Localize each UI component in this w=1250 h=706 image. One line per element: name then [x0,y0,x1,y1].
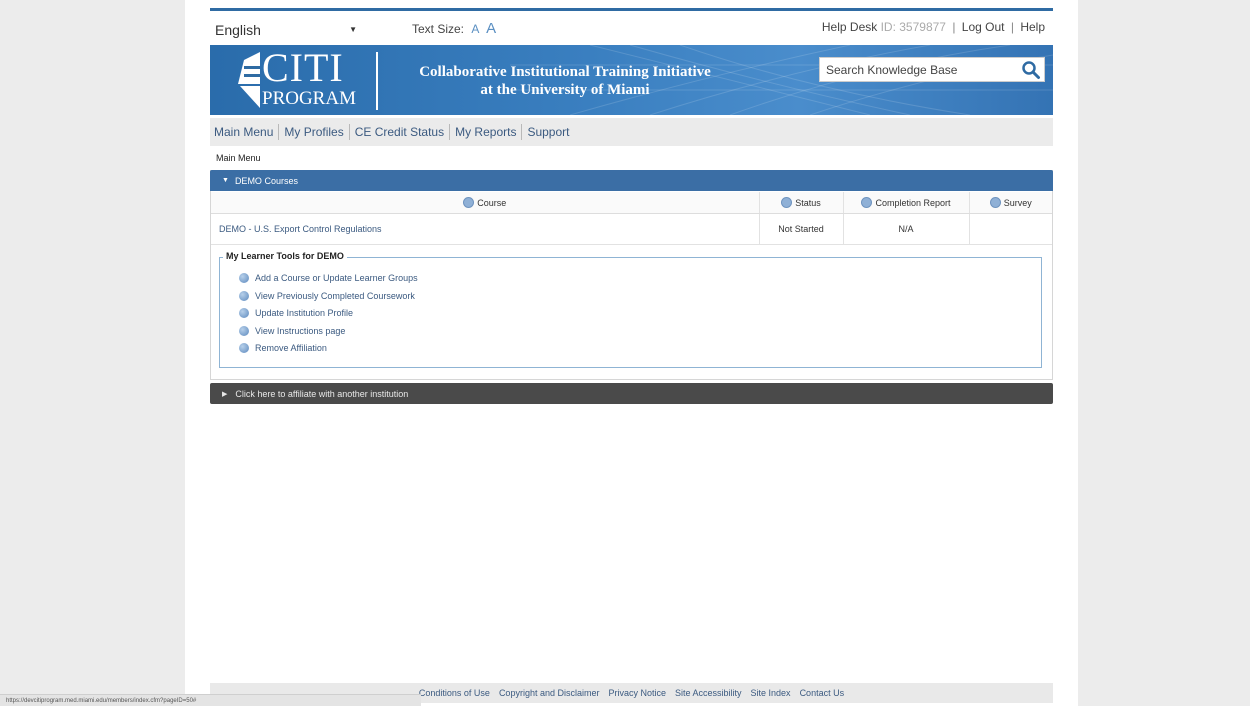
tool-label: View Previously Completed Coursework [255,291,415,301]
tool-label: Add a Course or Update Learner Groups [255,273,418,283]
affiliate-institution-bar[interactable]: ▶ Click here to affiliate with another i… [210,383,1053,404]
help-link[interactable]: Help [1020,20,1045,34]
footer-contact-us[interactable]: Contact Us [800,688,845,698]
footer-site-index[interactable]: Site Index [751,688,791,698]
survey-cell [969,213,1052,245]
column-header-status[interactable]: Status [759,192,844,214]
globe-bullet-icon [239,291,249,301]
learner-tools-legend: My Learner Tools for DEMO [223,251,347,261]
courses-panel: ▼ DEMO Courses Course Status Completion … [210,170,1053,380]
breadcrumb: Main Menu [216,153,261,163]
language-select[interactable]: English ▼ [213,18,363,41]
caret-down-icon: ▼ [222,177,229,184]
footer-copyright[interactable]: Copyright and Disclaimer [499,688,600,698]
top-links: Help Desk ID: 3579877 | Log Out | Help [822,20,1045,34]
tool-view-instructions[interactable]: View Instructions page [239,326,345,336]
column-header-label: Survey [1003,198,1032,208]
search-input[interactable] [820,61,1018,78]
course-cell: DEMO - U.S. Export Control Regulations [211,213,760,245]
tool-view-completed-coursework[interactable]: View Previously Completed Coursework [239,291,415,301]
nav-support[interactable]: Support [522,125,574,139]
top-accent-line [210,8,1053,11]
learner-tools-box: My Learner Tools for DEMO Add a Course o… [219,251,1042,368]
nav-my-profiles[interactable]: My Profiles [279,125,348,139]
banner-title-line2: at the University of Miami [480,82,650,98]
column-header-course[interactable]: Course [211,192,760,214]
logout-link[interactable]: Log Out [962,20,1005,34]
tool-remove-affiliation[interactable]: Remove Affiliation [239,343,327,353]
text-size-large-button[interactable]: A [486,20,496,37]
nav-main-menu[interactable]: Main Menu [210,125,278,139]
column-header-label: Completion Report [875,198,951,208]
header-banner: CITI PROGRAM Collaborative Institutional… [210,45,1053,115]
search-icon[interactable] [1021,60,1041,80]
course-link[interactable]: DEMO - U.S. Export Control Regulations [219,224,382,234]
tool-label: Remove Affiliation [255,343,327,353]
main-nav: Main Menu My Profiles CE Credit Status M… [210,118,1053,146]
divider: | [952,20,956,34]
status-cell: Not Started [759,213,844,245]
globe-bullet-icon [239,308,249,318]
caret-right-icon: ▶ [222,390,228,398]
nav-ce-credit-status[interactable]: CE Credit Status [350,125,449,139]
footer-site-accessibility[interactable]: Site Accessibility [675,688,742,698]
page-content: English ▼ Text Size: A A Help Desk ID: 3… [210,0,1053,706]
column-header-survey[interactable]: Survey [969,192,1052,214]
affiliate-label: Click here to affiliate with another ins… [235,388,409,399]
banner-title-line1: Collaborative Institutional Training Ini… [419,64,711,80]
globe-bullet-icon [239,326,249,336]
course-table: Course Status Completion Report Survey D… [211,192,1052,245]
divider: | [1010,20,1014,34]
globe-bullet-icon [239,273,249,283]
help-icon [463,197,475,208]
tool-add-course[interactable]: Add a Course or Update Learner Groups [239,273,418,283]
tool-label: View Instructions page [255,326,346,336]
help-desk-id: ID: 3579877 [880,20,946,34]
logo-bottom-text: PROGRAM [262,88,356,109]
globe-bullet-icon [239,343,249,353]
logo-top-text: CITI [262,45,344,90]
page: English ▼ Text Size: A A Help Desk ID: 3… [185,0,1078,706]
help-icon [781,197,793,208]
courses-panel-header[interactable]: ▼ DEMO Courses [210,170,1053,191]
column-header-completion-report[interactable]: Completion Report [843,192,970,214]
column-header-label: Status [795,198,821,208]
language-select-value: English [215,21,261,38]
banner-title: Collaborative Institutional Training Ini… [400,63,730,99]
table-header-row: Course Status Completion Report Survey [211,192,1052,214]
text-size-small-button[interactable]: A [471,22,478,36]
chevron-down-icon: ▼ [349,25,357,34]
tool-label: Update Institution Profile [255,308,354,318]
citi-program-logo[interactable]: CITI PROGRAM [236,45,388,112]
help-icon [861,197,873,208]
text-size-label: Text Size: [412,22,465,36]
footer-privacy-notice[interactable]: Privacy Notice [608,688,666,698]
tool-update-institution-profile[interactable]: Update Institution Profile [239,308,353,318]
footer-conditions-of-use[interactable]: Conditions of Use [419,688,490,698]
table-row: DEMO - U.S. Export Control Regulations N… [211,213,1052,245]
browser-status-url: https://devcitiprogram.med.miami.edu/mem… [0,694,421,706]
search-box [819,57,1045,82]
text-size-control: Text Size: A A [412,20,496,37]
help-icon [989,197,1001,208]
completion-report-cell: N/A [843,213,970,245]
help-desk-link[interactable]: Help Desk [822,20,877,34]
nav-my-reports[interactable]: My Reports [450,125,521,139]
column-header-label: Course [477,198,507,208]
courses-panel-title: DEMO Courses [234,175,298,186]
